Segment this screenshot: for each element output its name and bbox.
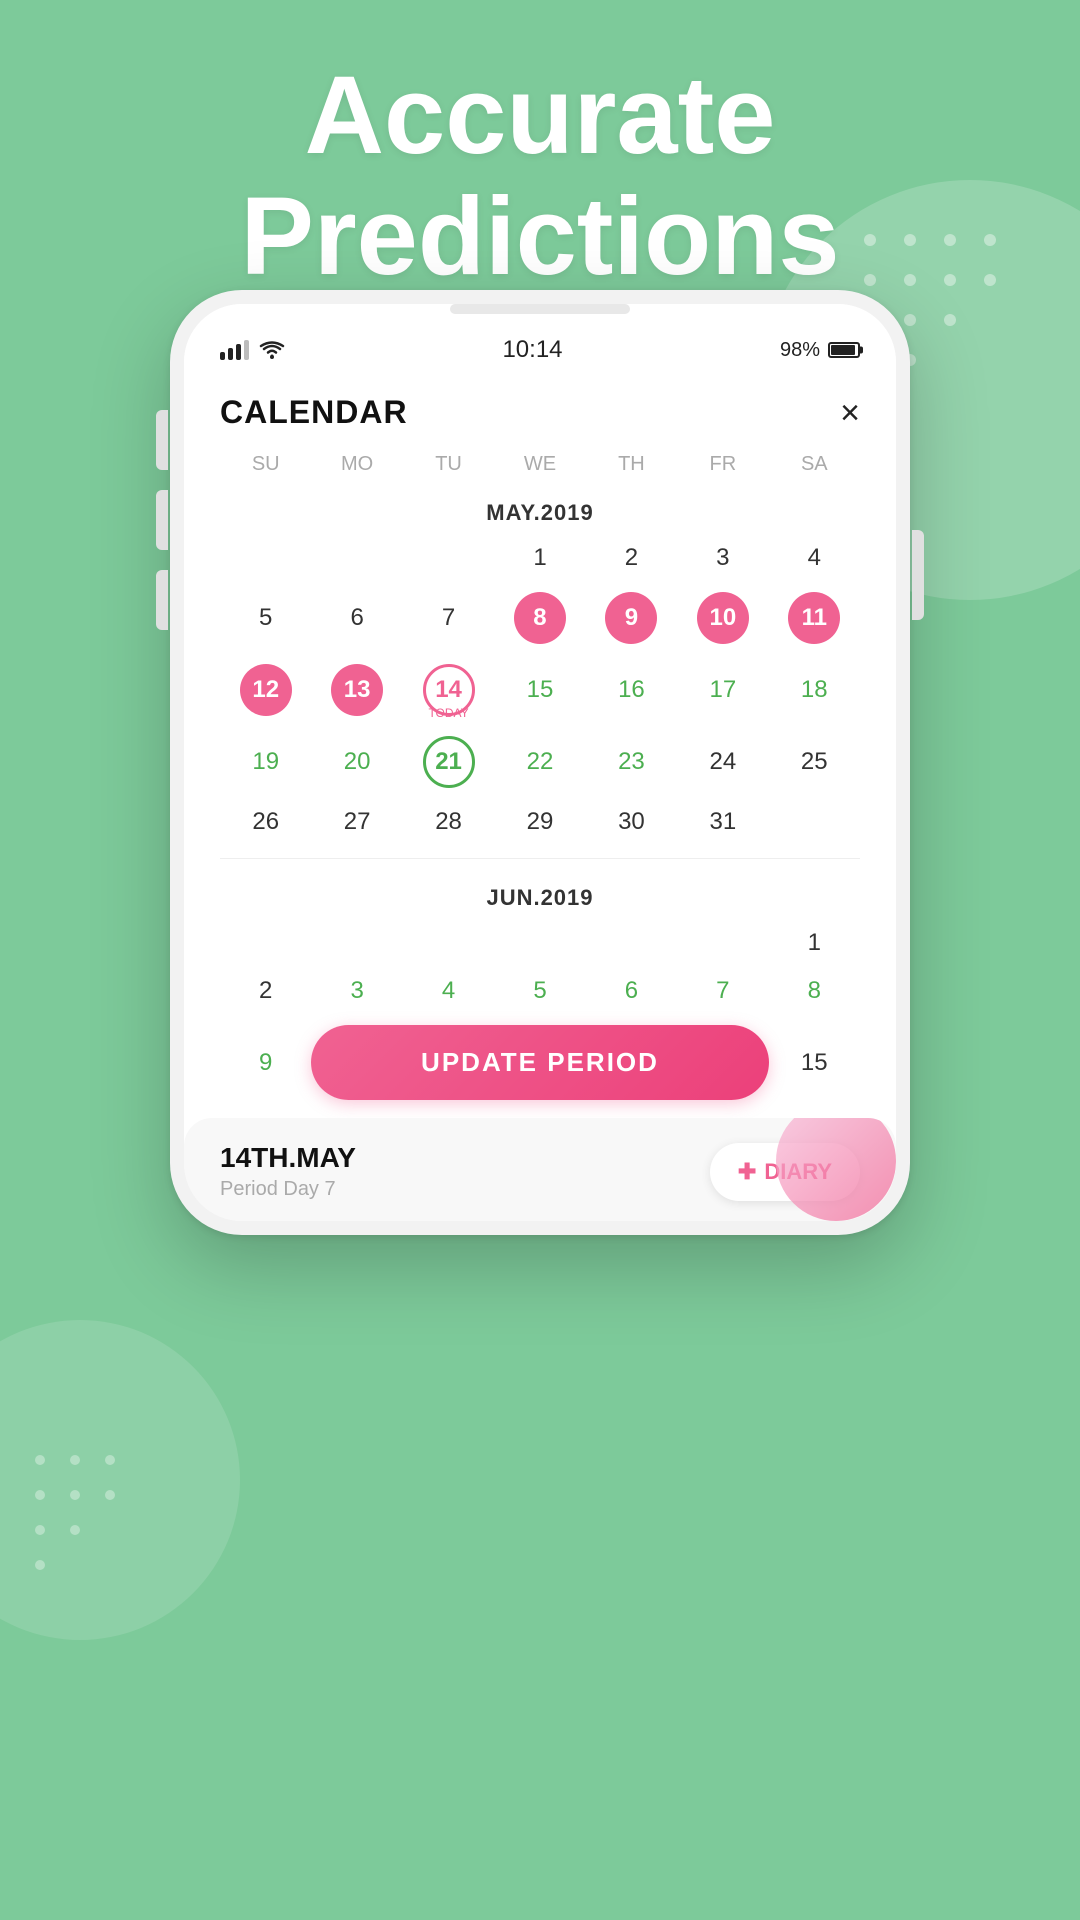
close-button[interactable]: × (840, 396, 860, 430)
list-item[interactable]: 4 (769, 534, 860, 582)
list-item[interactable]: 8 (494, 582, 585, 654)
table-row (220, 534, 311, 582)
list-item[interactable]: 27 (311, 798, 402, 846)
list-item[interactable]: 20 (311, 726, 402, 798)
list-item[interactable]: 11 (769, 582, 860, 654)
day-mo: MO (311, 449, 402, 480)
status-left (220, 340, 285, 360)
table-row (403, 919, 494, 967)
screen-content: CALENDAR × SU MO TU WE TH FR SA MAY.2019 (184, 372, 896, 1110)
day-su: SU (220, 449, 311, 480)
table-row (494, 919, 585, 967)
list-item[interactable]: 3 (311, 967, 402, 1015)
bottom-date: 14TH.MAY (220, 1142, 356, 1174)
list-item[interactable]: 10 (677, 582, 768, 654)
list-item[interactable]: 12 (220, 654, 311, 726)
today-cell[interactable]: 14 TODAY (403, 654, 494, 726)
list-item[interactable]: 2 (586, 534, 677, 582)
list-item[interactable]: 6 (586, 967, 677, 1015)
phone-inner: 10:14 98% CALENDAR × SU MO (184, 304, 896, 1221)
status-bar: 10:14 98% (184, 318, 896, 372)
table-row (311, 534, 402, 582)
hero-line1: Accurate (0, 55, 1080, 176)
day-headers: SU MO TU WE TH FR SA (220, 449, 860, 480)
day-we: WE (494, 449, 585, 480)
list-item[interactable]: 24 (677, 726, 768, 798)
jun-label: JUN.2019 (220, 871, 860, 919)
update-period-container: UPDATE PERIOD (311, 1015, 768, 1110)
bottom-deco-circle (776, 1118, 896, 1221)
may-label: MAY.2019 (220, 486, 860, 534)
list-item[interactable]: 25 (769, 726, 860, 798)
table-row (677, 919, 768, 967)
table-row (220, 919, 311, 967)
list-item[interactable]: 1 (494, 534, 585, 582)
list-item[interactable]: 15 (769, 1015, 860, 1110)
list-item[interactable]: 13 (311, 654, 402, 726)
table-row (769, 798, 860, 846)
status-time: 10:14 (502, 336, 562, 364)
hero-title: Accurate Predictions (0, 55, 1080, 297)
list-item[interactable]: 5 (220, 582, 311, 654)
cal-header: CALENDAR × (220, 372, 860, 449)
list-item[interactable]: 1 (769, 919, 860, 967)
calendar-title: CALENDAR (220, 394, 408, 431)
list-item[interactable]: 9 (220, 1015, 311, 1110)
list-item[interactable]: 30 (586, 798, 677, 846)
bottom-sub: Period Day 7 (220, 1178, 356, 1201)
list-item[interactable]: 26 (220, 798, 311, 846)
list-item[interactable]: 28 (403, 798, 494, 846)
hero-line2: Predictions (0, 176, 1080, 297)
may-grid: 1 2 3 4 5 6 7 8 9 10 11 12 13 (220, 534, 860, 846)
table-row (586, 919, 677, 967)
list-item[interactable]: 15 (494, 654, 585, 726)
phone-outer: 10:14 98% CALENDAR × SU MO (170, 290, 910, 1235)
list-item[interactable]: 19 (220, 726, 311, 798)
bottom-panel: 14TH.MAY Period Day 7 ✚ DIARY (184, 1118, 896, 1221)
table-row (403, 534, 494, 582)
wifi-icon (259, 340, 285, 360)
notch-area (184, 304, 896, 318)
list-item[interactable]: 23 (586, 726, 677, 798)
list-item[interactable]: 2 (220, 967, 311, 1015)
list-item[interactable]: 5 (494, 967, 585, 1015)
list-item[interactable]: 8 (769, 967, 860, 1015)
table-row (311, 919, 402, 967)
ovulation-cell[interactable]: 21 (403, 726, 494, 798)
notch (450, 304, 630, 314)
phone-mockup: 10:14 98% CALENDAR × SU MO (170, 290, 910, 1235)
signal-icon (220, 340, 249, 360)
list-item[interactable]: 3 (677, 534, 768, 582)
bottom-date-info: 14TH.MAY Period Day 7 (220, 1142, 356, 1201)
list-item[interactable]: 9 (586, 582, 677, 654)
bg-dots-left (20, 1440, 180, 1580)
list-item[interactable]: 16 (586, 654, 677, 726)
plus-icon: ✚ (738, 1159, 756, 1185)
list-item[interactable]: 22 (494, 726, 585, 798)
list-item[interactable]: 4 (403, 967, 494, 1015)
battery-percent: 98% (780, 339, 820, 362)
day-th: TH (586, 449, 677, 480)
list-item[interactable]: 29 (494, 798, 585, 846)
update-period-button[interactable]: UPDATE PERIOD (311, 1025, 768, 1100)
list-item[interactable]: 6 (311, 582, 402, 654)
day-sa: SA (769, 449, 860, 480)
status-right: 98% (780, 339, 860, 362)
list-item[interactable]: 18 (769, 654, 860, 726)
battery-icon (828, 342, 860, 358)
list-item[interactable]: 17 (677, 654, 768, 726)
jun-grid: 1 2 3 4 5 6 7 8 9 UPDATE PERIOD 15 (220, 919, 860, 1110)
day-fr: FR (677, 449, 768, 480)
day-tu: TU (403, 449, 494, 480)
list-item[interactable]: 31 (677, 798, 768, 846)
list-item[interactable]: 7 (677, 967, 768, 1015)
list-item[interactable]: 7 (403, 582, 494, 654)
month-divider (220, 858, 860, 859)
